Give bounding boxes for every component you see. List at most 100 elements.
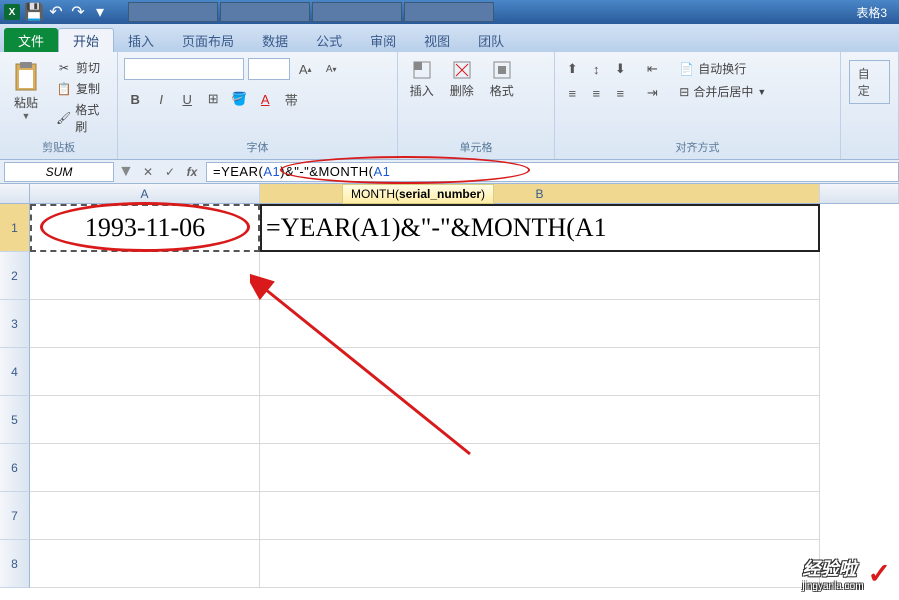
- italic-button[interactable]: I: [150, 88, 172, 110]
- formula-input[interactable]: =YEAR(A1)&"-"&MONTH(A1: [206, 162, 899, 182]
- merge-center-button[interactable]: ⊟ 合并后居中 ▼: [675, 81, 770, 102]
- font-group-label: 字体: [124, 137, 391, 157]
- review-tab[interactable]: 审阅: [356, 28, 410, 52]
- app-icon: X: [4, 4, 20, 20]
- align-top-icon: ⬆: [567, 61, 578, 77]
- save-icon[interactable]: 💾: [26, 4, 42, 20]
- alignment-group-label: 对齐方式: [561, 137, 833, 157]
- border-button[interactable]: ⊞: [202, 88, 224, 110]
- column-header[interactable]: [820, 184, 899, 203]
- cell[interactable]: [260, 300, 820, 348]
- column-header-a[interactable]: A: [30, 184, 260, 203]
- cells-group: 插入 删除 格式 单元格: [398, 52, 556, 159]
- align-right-button[interactable]: ≡: [609, 82, 631, 104]
- enter-button[interactable]: ✓: [160, 163, 180, 181]
- row-header-7[interactable]: 7: [0, 492, 30, 540]
- underline-button[interactable]: U: [176, 88, 198, 110]
- cell[interactable]: [30, 540, 260, 588]
- name-box[interactable]: SUM: [4, 162, 114, 182]
- phonetic-button[interactable]: 帯: [280, 88, 302, 110]
- file-tab[interactable]: 文件: [4, 28, 58, 52]
- insert-tab[interactable]: 插入: [114, 28, 168, 52]
- auto-button[interactable]: 自定: [849, 60, 890, 104]
- row-header-6[interactable]: 6: [0, 444, 30, 492]
- insert-cell-label: 插入: [410, 82, 434, 99]
- data-tab[interactable]: 数据: [248, 28, 302, 52]
- delete-cell-button[interactable]: 删除: [444, 58, 480, 101]
- border-icon: ⊞: [208, 91, 219, 107]
- cell[interactable]: [260, 252, 820, 300]
- formula-ref: A1: [263, 164, 280, 179]
- fill-color-button[interactable]: 🪣: [228, 88, 250, 110]
- workbook-tab[interactable]: [220, 2, 310, 22]
- cell[interactable]: [30, 348, 260, 396]
- workbook-tab[interactable]: [312, 2, 402, 22]
- increase-indent-button[interactable]: ⇥: [641, 82, 663, 104]
- copy-button[interactable]: 📋 复制: [54, 79, 111, 98]
- cell[interactable]: [30, 396, 260, 444]
- view-tab[interactable]: 视图: [410, 28, 464, 52]
- qat-dropdown-icon[interactable]: ▾: [92, 4, 108, 20]
- cell[interactable]: [260, 444, 820, 492]
- alignment-group: ⬆ ↕ ⬇ ≡ ≡ ≡ ⇤ ⇥ 📄 自动换行 ⊟ 合并后居中 ▼: [555, 52, 840, 159]
- undo-icon[interactable]: ↶: [48, 4, 64, 20]
- wrap-text-button[interactable]: 📄 自动换行: [675, 58, 770, 79]
- increase-font-button[interactable]: A▴: [294, 58, 316, 80]
- cell[interactable]: [30, 252, 260, 300]
- select-all-corner[interactable]: [0, 184, 30, 203]
- delete-cell-label: 删除: [450, 82, 474, 99]
- formulas-tab[interactable]: 公式: [302, 28, 356, 52]
- font-color-button[interactable]: A: [254, 88, 276, 110]
- cell-a1[interactable]: 1993-11-06: [30, 204, 260, 252]
- workbook-tab[interactable]: [404, 2, 494, 22]
- row-header-2[interactable]: 2: [0, 252, 30, 300]
- workbook-tab[interactable]: [128, 2, 218, 22]
- tooltip-arg: serial_number: [399, 187, 481, 201]
- row-header-3[interactable]: 3: [0, 300, 30, 348]
- font-size-input[interactable]: [248, 58, 290, 80]
- align-bottom-button[interactable]: ⬇: [609, 58, 631, 80]
- tooltip-end: ): [481, 187, 485, 201]
- row-header-8[interactable]: 8: [0, 540, 30, 588]
- fx-button[interactable]: fx: [182, 163, 202, 181]
- ribbon: 粘贴 ▼ ✂ 剪切 📋 复制 🖌 格式刷 剪贴板: [0, 52, 899, 160]
- bold-button[interactable]: B: [124, 88, 146, 110]
- row-header-5[interactable]: 5: [0, 396, 30, 444]
- cell[interactable]: [30, 300, 260, 348]
- cut-label: 剪切: [76, 59, 100, 76]
- team-tab[interactable]: 团队: [464, 28, 518, 52]
- cell[interactable]: [260, 492, 820, 540]
- merge-center-label: 合并后居中: [693, 83, 753, 100]
- decrease-indent-button[interactable]: ⇤: [641, 58, 663, 80]
- align-top-button[interactable]: ⬆: [561, 58, 583, 80]
- align-left-icon: ≡: [568, 86, 576, 101]
- row-header-4[interactable]: 4: [0, 348, 30, 396]
- function-tooltip: MONTH(serial_number): [342, 184, 494, 204]
- page-layout-tab[interactable]: 页面布局: [168, 28, 248, 52]
- format-cell-button[interactable]: 格式: [484, 58, 520, 101]
- cancel-button[interactable]: ✕: [138, 163, 158, 181]
- phonetic-icon: 帯: [285, 90, 298, 109]
- align-center-button[interactable]: ≡: [585, 82, 607, 104]
- cell[interactable]: [260, 540, 820, 588]
- cell-b1[interactable]: =YEAR(A1)&"-"&MONTH(A1: [260, 204, 820, 252]
- home-tab[interactable]: 开始: [58, 28, 114, 52]
- cells-group-label: 单元格: [404, 137, 549, 157]
- name-box-dropdown[interactable]: ▼: [118, 163, 134, 181]
- align-bottom-icon: ⬇: [615, 61, 626, 77]
- format-painter-button[interactable]: 🖌 格式刷: [54, 100, 111, 136]
- redo-icon[interactable]: ↷: [70, 4, 86, 20]
- cell[interactable]: [30, 492, 260, 540]
- paste-button[interactable]: 粘贴 ▼: [6, 58, 46, 123]
- cell[interactable]: [260, 396, 820, 444]
- insert-cell-button[interactable]: 插入: [404, 58, 440, 101]
- align-middle-button[interactable]: ↕: [585, 58, 607, 80]
- decrease-font-button[interactable]: A▾: [320, 58, 342, 80]
- font-name-input[interactable]: [124, 58, 244, 80]
- cell[interactable]: [260, 348, 820, 396]
- row-header-1[interactable]: 1: [0, 204, 30, 252]
- align-left-button[interactable]: ≡: [561, 82, 583, 104]
- copy-label: 复制: [76, 80, 100, 97]
- cell[interactable]: [30, 444, 260, 492]
- cut-button[interactable]: ✂ 剪切: [54, 58, 111, 77]
